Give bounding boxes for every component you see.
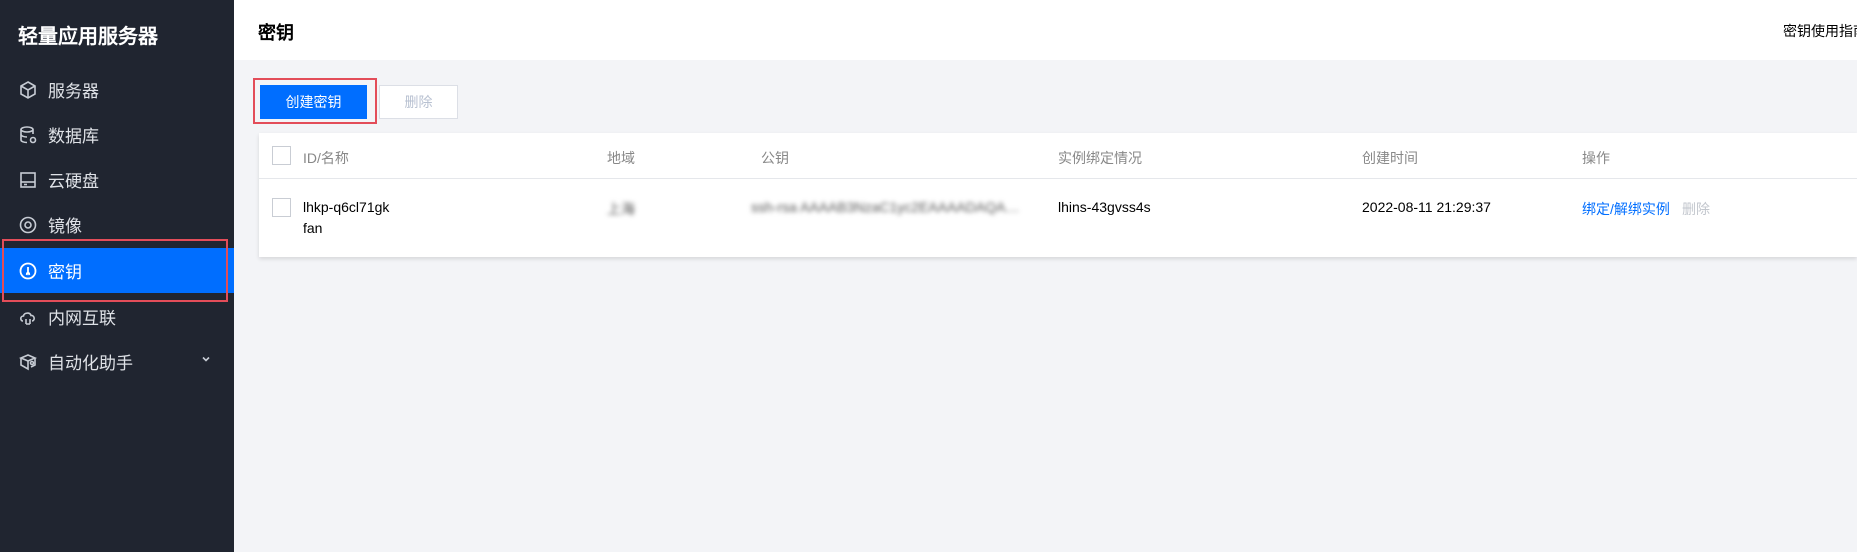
cloud-link-icon bbox=[18, 307, 38, 327]
bound-instance: lhins-43gvss4s bbox=[1058, 199, 1151, 215]
sidebar-item-disk[interactable]: 云硬盘 bbox=[0, 157, 234, 202]
sidebar-item-label: 数据库 bbox=[48, 127, 99, 146]
database-icon bbox=[18, 125, 38, 145]
chevron-down-icon bbox=[202, 356, 210, 362]
table-header: ID/名称 地域 公钥 实例绑定情况 创建时间 操作 bbox=[259, 133, 1857, 179]
bind-unbind-instance-link[interactable]: 绑定/解绑实例 bbox=[1582, 199, 1670, 219]
created-time: 2022-08-11 21:29:37 bbox=[1362, 199, 1491, 215]
sidebar: 轻量应用服务器 服务器 数据库 云硬盘 镜像 密钥 内网互联 自动化助手 bbox=[0, 0, 234, 552]
automation-icon bbox=[18, 352, 38, 372]
sidebar-item-label: 内网互联 bbox=[48, 309, 116, 328]
sidebar-title: 轻量应用服务器 bbox=[18, 26, 158, 48]
row-delete-link: 删除 bbox=[1682, 201, 1710, 217]
column-header-instance: 实例绑定情况 bbox=[1058, 150, 1142, 166]
sidebar-item-label: 镜像 bbox=[48, 217, 82, 236]
sidebar-item-database[interactable]: 数据库 bbox=[0, 112, 234, 157]
keys-table: ID/名称 地域 公钥 实例绑定情况 创建时间 操作 lhkp-q6cl71gk… bbox=[259, 133, 1857, 257]
delete-button: 删除 bbox=[379, 85, 458, 119]
sidebar-item-images[interactable]: 镜像 bbox=[0, 202, 234, 247]
key-region: 上海 bbox=[607, 201, 635, 217]
cube-icon bbox=[18, 80, 38, 100]
sidebar-item-automation[interactable]: 自动化助手 bbox=[0, 339, 234, 384]
key-name: fan bbox=[303, 220, 323, 236]
column-header-id-name: ID/名称 bbox=[303, 150, 349, 166]
column-header-created: 创建时间 bbox=[1362, 150, 1418, 166]
row-checkbox[interactable] bbox=[272, 198, 291, 217]
page-header: 密钥 bbox=[234, 0, 1857, 60]
disk-icon bbox=[18, 170, 38, 190]
sidebar-item-label: 服务器 bbox=[48, 82, 99, 101]
column-header-public-key: 公钥 bbox=[761, 150, 789, 166]
create-key-button[interactable]: 创建密钥 bbox=[260, 85, 367, 119]
select-all-checkbox[interactable] bbox=[272, 146, 291, 165]
sidebar-item-vpc-link[interactable]: 内网互联 bbox=[0, 294, 234, 339]
sidebar-item-keys[interactable]: 密钥 bbox=[0, 248, 234, 293]
sidebar-item-servers[interactable]: 服务器 bbox=[0, 67, 234, 112]
public-key-value: ssh-rsa AAAAB3NzaC1yc2EAAAADAQABAAABAQC.… bbox=[751, 199, 1027, 215]
sidebar-item-label: 云硬盘 bbox=[48, 172, 99, 191]
column-header-region: 地域 bbox=[607, 150, 635, 166]
column-header-actions: 操作 bbox=[1582, 150, 1610, 166]
sidebar-item-label: 自动化助手 bbox=[48, 354, 133, 373]
sidebar-item-label: 密钥 bbox=[48, 263, 82, 282]
key-icon bbox=[18, 261, 38, 281]
help-guide-link[interactable]: 密钥使用指南 bbox=[1783, 21, 1857, 41]
key-id: lhkp-q6cl71gk bbox=[303, 199, 390, 215]
image-disc-icon bbox=[18, 215, 38, 235]
page-title: 密钥 bbox=[258, 23, 294, 43]
